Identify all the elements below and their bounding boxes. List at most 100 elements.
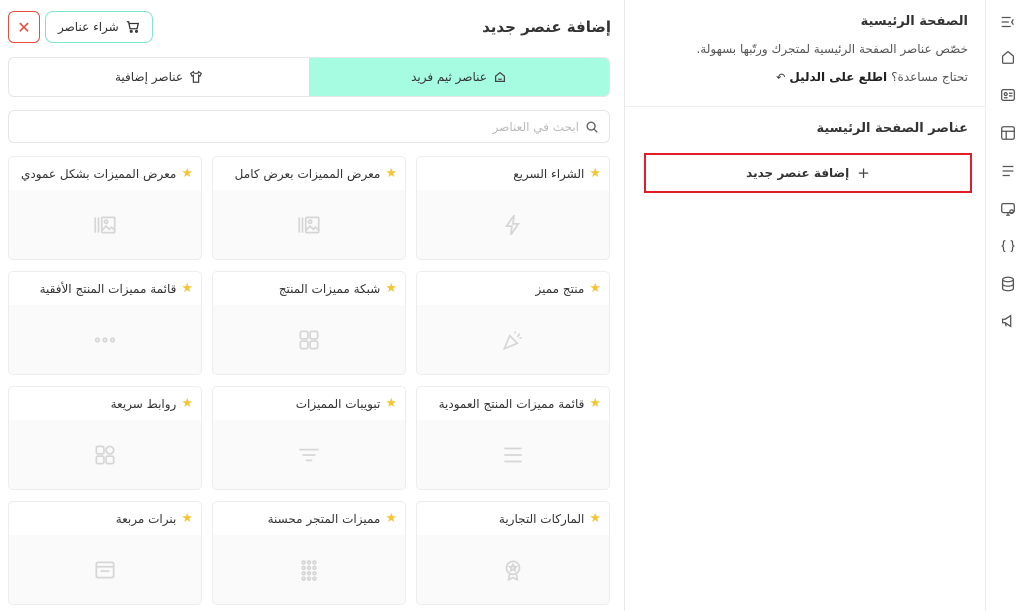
card-header: ★ قائمة مميزات المنتج الأفقية — [9, 272, 201, 305]
star-icon: ★ — [181, 396, 193, 411]
element-card-quick-buy[interactable]: ★ الشراء السريع — [416, 156, 610, 260]
card-label: تبويبات المميزات — [295, 396, 381, 411]
element-card-enhanced-store-features[interactable]: ★ مميزات المتجر محسنة — [212, 501, 406, 605]
star-icon: ★ — [589, 396, 601, 411]
card-preview — [417, 190, 609, 259]
tab-label: عناصر إضافية — [114, 70, 184, 84]
database-icon[interactable] — [998, 274, 1018, 294]
list-icon[interactable] — [998, 161, 1018, 181]
window-icon — [95, 561, 115, 578]
card-header: ★ الشراء السريع — [417, 157, 609, 190]
search-icon — [586, 120, 598, 133]
card-preview — [213, 190, 405, 259]
dots-icon — [94, 336, 116, 343]
card-label: بنرات مربعة — [115, 511, 177, 526]
link-arrow-icon: ↶ — [776, 70, 786, 84]
card-preview — [417, 420, 609, 489]
card-preview — [9, 420, 201, 489]
element-card-square-banners[interactable]: ★ بنرات مربعة — [8, 501, 202, 605]
element-card-fullwidth-gallery[interactable]: ★ معرض المميزات بعرض كامل — [212, 156, 406, 260]
card-header: ★ شبكة مميزات المنتج — [213, 272, 405, 305]
card-preview — [213, 535, 405, 604]
element-card-features-tabs[interactable]: ★ تبويبات المميزات — [212, 386, 406, 490]
close-button[interactable]: ✕ — [8, 11, 40, 43]
element-tabs: عناصر ثيم فريد عناصر إضافية — [8, 57, 610, 97]
card-header: ★ معرض المميزات بعرض كامل — [213, 157, 405, 190]
card-preview — [213, 420, 405, 489]
star-icon: ★ — [181, 281, 193, 296]
page-description: خصّص عناصر الصفحة الرئيسية لمتجرك ورتّبه… — [696, 42, 968, 56]
code-braces-icon[interactable] — [998, 236, 1018, 256]
element-card-vertical-gallery[interactable]: ★ معرض المميزات بشكل عمودي — [8, 156, 202, 260]
star-icon: ★ — [589, 281, 601, 296]
buy-button-label: شراء عناصر — [58, 20, 119, 34]
layout-icon[interactable] — [998, 123, 1018, 143]
home-icon — [494, 71, 505, 82]
party-popper-icon — [502, 330, 522, 350]
element-card-vertical-features-list[interactable]: ★ قائمة مميزات المنتج العمودية — [416, 386, 610, 490]
add-element-panel: إضافة عنصر جديد ✕ شراء عناصر عناصر ثيم ف… — [0, 0, 624, 611]
card-preview — [417, 305, 609, 374]
monitor-settings-icon[interactable] — [998, 199, 1018, 219]
tab-unique-theme-elements[interactable]: عناصر ثيم فريد — [309, 58, 609, 96]
star-icon: ★ — [385, 166, 397, 181]
add-button-label: إضافة عنصر جديد — [746, 166, 850, 180]
card-label: روابط سريعة — [110, 396, 177, 411]
section-title: عناصر الصفحة الرئيسية — [816, 121, 968, 136]
card-label: معرض المميزات بشكل عمودي — [21, 166, 177, 181]
id-card-icon[interactable] — [998, 85, 1018, 105]
element-card-brands[interactable]: ★ الماركات التجارية — [416, 501, 610, 605]
filter-lines-icon — [299, 448, 319, 461]
card-header: ★ بنرات مربعة — [9, 502, 201, 535]
homepage-panel: الصفحة الرئيسية خصّص عناصر الصفحة الرئيس… — [624, 0, 985, 611]
card-header: ★ روابط سريعة — [9, 387, 201, 420]
card-label: معرض المميزات بعرض كامل — [234, 166, 381, 181]
divider — [625, 106, 985, 107]
elements-grid: ★ الشراء السريع ★ معرض المميزات بعرض كامل … — [8, 156, 610, 605]
card-label: الماركات التجارية — [498, 511, 585, 526]
element-card-featured-product[interactable]: ★ منتج مميز — [416, 271, 610, 375]
card-label: مميزات المتجر محسنة — [267, 511, 381, 526]
collapse-menu-icon[interactable] — [998, 12, 1018, 32]
card-header: ★ منتج مميز — [417, 272, 609, 305]
apps-icon — [95, 444, 115, 465]
card-header: ★ معرض المميزات بشكل عمودي — [9, 157, 201, 190]
lightning-icon — [504, 214, 521, 235]
guide-link[interactable]: اطلع على الدليل — [789, 70, 887, 84]
help-text: تحتاج مساعدة؟ — [891, 70, 968, 84]
card-header: ★ الماركات التجارية — [417, 502, 609, 535]
icon-rail — [985, 0, 1031, 611]
card-label: منتج مميز — [535, 281, 585, 296]
page-title: الصفحة الرئيسية — [860, 14, 968, 29]
star-icon: ★ — [385, 511, 397, 526]
tab-extra-elements[interactable]: عناصر إضافية — [9, 58, 309, 96]
star-icon: ★ — [181, 511, 193, 526]
badge-icon — [505, 559, 521, 581]
element-card-features-grid[interactable]: ★ شبكة مميزات المنتج — [212, 271, 406, 375]
home-icon[interactable] — [998, 47, 1018, 67]
card-preview — [9, 190, 201, 259]
star-icon: ★ — [589, 166, 601, 181]
dot-grid-icon — [301, 559, 317, 581]
star-icon: ★ — [385, 281, 397, 296]
card-header: ★ قائمة مميزات المنتج العمودية — [417, 387, 609, 420]
help-row: تحتاج مساعدة؟ اطلع على الدليل ↶ — [776, 70, 968, 84]
element-card-quick-links[interactable]: ★ روابط سريعة — [8, 386, 202, 490]
card-label: الشراء السريع — [513, 166, 585, 181]
card-preview — [9, 535, 201, 604]
element-card-horizontal-features-list[interactable]: ★ قائمة مميزات المنتج الأفقية — [8, 271, 202, 375]
add-new-element-button[interactable]: + إضافة عنصر جديد — [644, 153, 972, 193]
grid-icon — [299, 329, 319, 350]
buy-elements-button[interactable]: شراء عناصر — [45, 11, 153, 43]
card-label: شبكة مميزات المنتج — [278, 281, 381, 296]
gallery-icon — [298, 216, 320, 233]
card-preview — [417, 535, 609, 604]
card-label: قائمة مميزات المنتج الأفقية — [39, 281, 177, 296]
megaphone-icon[interactable] — [998, 311, 1018, 331]
search-input[interactable] — [19, 119, 579, 134]
gallery-icon — [94, 216, 116, 233]
lines-icon — [504, 447, 522, 462]
star-icon: ★ — [589, 511, 601, 526]
close-icon: ✕ — [17, 17, 31, 37]
plus-icon: + — [857, 164, 870, 182]
